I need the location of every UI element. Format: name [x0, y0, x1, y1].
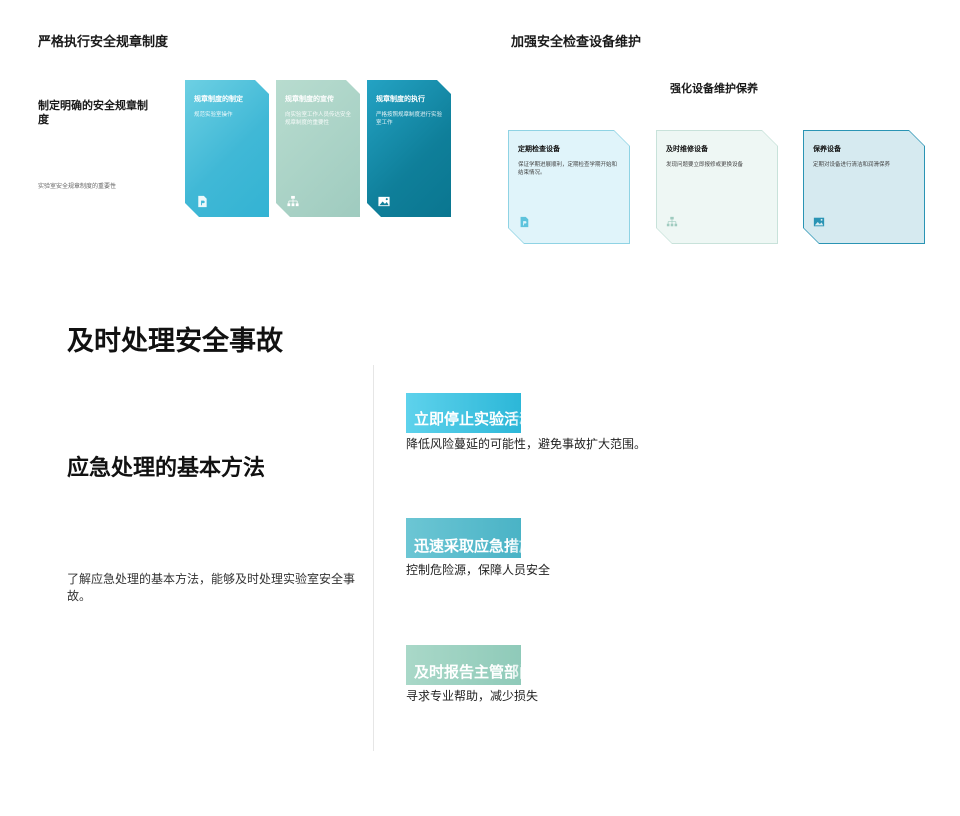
card-title: 保养设备 [813, 145, 841, 153]
card-title: 规章制度的执行 [376, 95, 425, 103]
card-desc: 定期对设备进行清洁和润滑保养 [813, 162, 891, 168]
rule-card-execution: 规章制度的执行 严格按照规章制度进行实验室工作 [367, 80, 451, 217]
card-title: 规章制度的宣传 [285, 95, 334, 103]
image-icon [377, 195, 391, 208]
step-desc: 降低风险蔓延的可能性，避免事故扩大范围。 [406, 437, 647, 451]
slide2-subtitle: 强化设备维护保养 [670, 82, 758, 95]
card-desc: 规范实验室操作 [194, 112, 233, 118]
image-icon [813, 216, 825, 228]
slide3-desc: 了解应急处理的基本方法，能够及时处理实验室安全事故。 [67, 572, 356, 603]
card-desc: 向实验室工作人员传达安全规章制度的重要性 [285, 112, 352, 126]
document-icon [518, 216, 530, 228]
slide1-note: 实验室安全规章制度的重要性 [38, 183, 117, 190]
slide2-title: 加强安全检查设备维护 [511, 35, 642, 50]
step-label: 迅速采取应急措施 [414, 537, 535, 555]
card-desc: 保证学期进展顺利，定期检查学期开始和结束情况。 [518, 162, 618, 176]
slide1-title: 严格执行安全规章制度 [38, 35, 169, 50]
equipment-card-maintain: 保养设备 定期对设备进行清洁和润滑保养 [803, 130, 925, 244]
card-desc: 发现问题要立即报修或更换设备 [666, 162, 744, 168]
step-desc: 控制危险源，保障人员安全 [406, 563, 551, 577]
rule-card-formulation: 规章制度的制定 规范实验室操作 [185, 80, 269, 217]
slide3-title: 及时处理安全事故 [67, 326, 283, 357]
card-title: 定期检查设备 [518, 145, 560, 153]
org-chart-icon [666, 216, 678, 228]
card-title: 及时维修设备 [666, 145, 708, 153]
step-label: 及时报告主管部门 [414, 663, 535, 681]
card-desc: 严格按照规章制度进行实验室工作 [376, 112, 443, 126]
org-chart-icon [286, 195, 300, 208]
divider [373, 365, 374, 751]
step-desc: 寻求专业帮助，减少损失 [406, 689, 539, 703]
card-title: 规章制度的制定 [194, 95, 243, 103]
rule-card-promotion: 规章制度的宣传 向实验室工作人员传达安全规章制度的重要性 [276, 80, 360, 217]
equipment-card-repair: 及时维修设备 发现问题要立即报修或更换设备 [656, 130, 778, 244]
equipment-card-inspect: 定期检查设备 保证学期进展顺利，定期检查学期开始和结束情况。 [508, 130, 630, 244]
step-label: 立即停止实验活动 [414, 410, 535, 428]
document-icon [195, 195, 209, 208]
slide1-subtitle: 制定明确的安全规章制度 [38, 99, 148, 126]
slide3-subtitle: 应急处理的基本方法 [67, 456, 266, 481]
